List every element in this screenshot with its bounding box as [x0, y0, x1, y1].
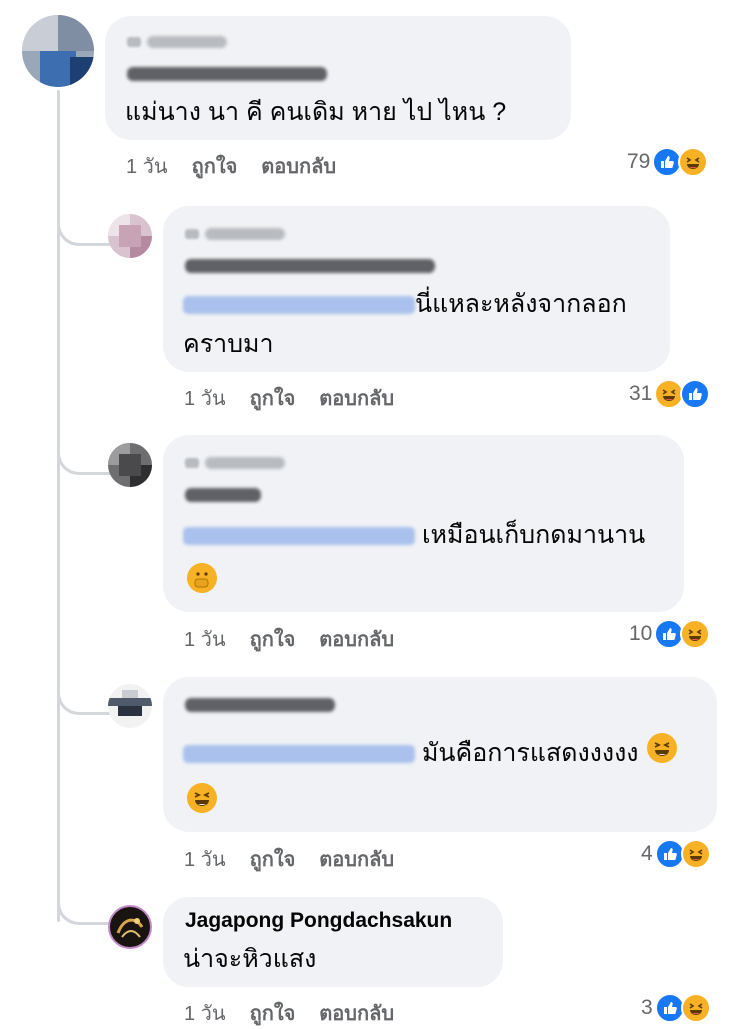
- haha-icon: [678, 147, 709, 177]
- like-button[interactable]: ถูกใจ: [250, 843, 296, 875]
- blurred-author-name[interactable]: [127, 64, 327, 84]
- reaction-summary[interactable]: 4: [641, 839, 711, 869]
- comment-text: มันคือการแสดงงงงง: [183, 733, 678, 773]
- laughing-emoji: [647, 733, 678, 763]
- comment-text: เหมือนเก็บกดมานาน: [183, 515, 645, 555]
- avatar[interactable]: [108, 684, 152, 728]
- comment-time[interactable]: 1 วัน: [184, 382, 226, 414]
- comment-bubble: แม่นาง นา คี คนเดิม หาย ไป ไหน ?: [105, 16, 571, 140]
- laughing-emoji: [185, 783, 217, 816]
- comment-actions: 1 วัน ถูกใจ ตอบกลับ: [184, 382, 394, 414]
- reply-button[interactable]: ตอบกลับ: [319, 382, 394, 414]
- like-button[interactable]: ถูกใจ: [250, 623, 296, 655]
- like-button[interactable]: ถูกใจ: [250, 382, 296, 414]
- comment-bubble: Jagapong Pongdachsakun น่าจะหิวแสง: [163, 897, 503, 987]
- comment-time[interactable]: 1 วัน: [184, 843, 226, 875]
- blurred-author-name[interactable]: [185, 485, 261, 505]
- blurred-mention[interactable]: [183, 527, 415, 546]
- thread-connector: [57, 664, 110, 715]
- comment-text: น่าจะหิวแสง: [183, 945, 317, 973]
- reaction-count: 79: [627, 150, 651, 173]
- like-icon: [680, 379, 711, 409]
- reaction-count: 10: [629, 622, 653, 645]
- reaction-count: 4: [641, 842, 653, 865]
- avatar[interactable]: [108, 443, 152, 487]
- hand-over-mouth-emoji: [185, 563, 217, 596]
- reaction-summary[interactable]: 79: [627, 147, 709, 177]
- comment-text: นี่แหละหลังจากลอก: [183, 284, 627, 324]
- haha-icon: [680, 619, 711, 649]
- comment-bubble: มันคือการแสดงงงงง: [163, 677, 717, 832]
- comment-time[interactable]: 1 วัน: [184, 997, 226, 1029]
- reply-button[interactable]: ตอบกลับ: [319, 623, 394, 655]
- comment-actions: 1 วัน ถูกใจ ตอบกลับ: [184, 623, 394, 655]
- thread-connector: [57, 424, 110, 475]
- reply-button[interactable]: ตอบกลับ: [319, 843, 394, 875]
- avatar[interactable]: [22, 15, 94, 87]
- blurred-author-name[interactable]: [185, 256, 435, 276]
- comment-actions: 1 วัน ถูกใจ ตอบกลับ: [126, 150, 336, 182]
- comment-text-line2: คราบมา: [183, 330, 274, 358]
- blurred-mention[interactable]: [183, 296, 415, 315]
- blurred-timestamp: [127, 34, 227, 50]
- reaction-count: 31: [629, 382, 653, 405]
- reaction-count: 3: [641, 996, 653, 1019]
- haha-icon: [680, 839, 711, 869]
- blurred-author-name[interactable]: [185, 695, 335, 715]
- blurred-timestamp: [185, 455, 285, 471]
- reaction-summary[interactable]: 10: [629, 619, 711, 649]
- thread-connector: [57, 874, 110, 925]
- reaction-summary[interactable]: 31: [629, 379, 711, 409]
- avatar[interactable]: [108, 905, 152, 949]
- like-button[interactable]: ถูกใจ: [250, 997, 296, 1029]
- like-button[interactable]: ถูกใจ: [192, 150, 238, 182]
- comment-actions: 1 วัน ถูกใจ ตอบกลับ: [184, 997, 394, 1029]
- thread-connector: [57, 195, 110, 246]
- comment-time[interactable]: 1 วัน: [126, 150, 168, 182]
- comment-text: แม่นาง นา คี คนเดิม หาย ไป ไหน ?: [125, 98, 507, 126]
- comment-actions: 1 วัน ถูกใจ ตอบกลับ: [184, 843, 394, 875]
- reaction-summary[interactable]: 3: [641, 993, 711, 1023]
- blurred-timestamp: [185, 226, 285, 242]
- comment-bubble: นี่แหละหลังจากลอก คราบมา: [163, 206, 670, 372]
- avatar[interactable]: [108, 214, 152, 258]
- comment-author[interactable]: Jagapong Pongdachsakun: [185, 909, 452, 933]
- reply-button[interactable]: ตอบกลับ: [319, 997, 394, 1029]
- comment-time[interactable]: 1 วัน: [184, 623, 226, 655]
- blurred-mention[interactable]: [183, 745, 415, 764]
- reply-button[interactable]: ตอบกลับ: [261, 150, 336, 182]
- haha-icon: [680, 993, 711, 1023]
- comment-bubble: เหมือนเก็บกดมานาน: [163, 435, 684, 612]
